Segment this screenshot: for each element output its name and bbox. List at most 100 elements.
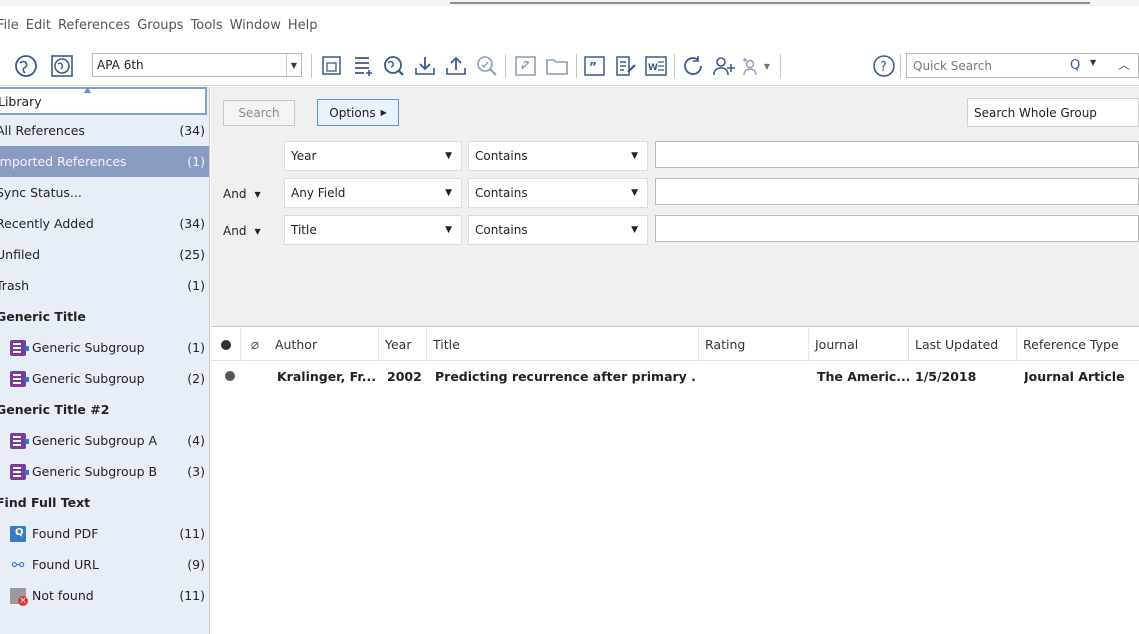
table-row[interactable]: Kralinger, Fr... 2002 Predicting recurre… (211, 362, 1139, 390)
toolbar-divider (576, 54, 577, 78)
chevron-down-icon: ▼ (286, 54, 301, 76)
find-full-text-heading[interactable]: Find Full Text (0, 487, 209, 518)
new-reference-icon[interactable] (351, 54, 375, 78)
sidebar-item-group[interactable]: Generic Subgroup A (4) (0, 425, 209, 456)
format-bibliography-icon[interactable] (614, 54, 638, 78)
export-icon[interactable] (444, 54, 468, 78)
cell-last-updated: 1/5/2018 (915, 368, 977, 384)
online-search-mode-icon[interactable] (14, 54, 38, 78)
chevron-down-icon[interactable]: ▼ (1090, 58, 1096, 67)
insert-citation-icon[interactable]: ” (583, 54, 607, 78)
sidebar-item-sync-status[interactable]: Sync Status... (0, 177, 209, 208)
sidebar-item-group[interactable]: Generic Subgroup (2) (0, 363, 209, 394)
quick-search-input[interactable]: Quick Search (906, 53, 1139, 78)
column-title[interactable]: Title (427, 328, 699, 361)
search-value-input[interactable] (655, 141, 1139, 168)
chevron-down-icon: ▼ (631, 151, 638, 161)
copy-to-library-icon[interactable] (320, 54, 344, 78)
link-icon: ⚯ (11, 555, 25, 574)
read-status-icon (220, 339, 231, 350)
menu-edit[interactable]: Edit (26, 18, 51, 33)
share-library-icon[interactable] (712, 54, 736, 78)
return-to-word-icon[interactable]: W (644, 54, 668, 78)
find-full-text-icon[interactable] (475, 54, 499, 78)
menu-help[interactable]: Help (288, 18, 318, 33)
item-count: (1) (187, 278, 205, 293)
sidebar-item-not-found[interactable]: Not found (11) (0, 580, 209, 611)
item-count: (4) (187, 433, 205, 448)
boolean-select[interactable]: And ▼ (223, 219, 281, 243)
sidebar-item-all-references[interactable]: All References (34) (0, 115, 209, 146)
boolean-select[interactable]: And ▼ (223, 182, 281, 206)
open-link-icon[interactable] (514, 54, 538, 78)
share-group-dropdown-icon[interactable]: ▼ (760, 54, 774, 78)
svg-text:”: ” (589, 60, 597, 74)
item-count: (25) (179, 247, 205, 262)
menu-tools[interactable]: Tools (191, 18, 223, 33)
group-set-heading[interactable]: Generic Title (0, 301, 209, 332)
operator-select[interactable]: Contains ▼ (468, 215, 648, 245)
search-value-input[interactable] (655, 215, 1139, 242)
group-icon (10, 432, 29, 449)
field-select[interactable]: Title ▼ (284, 215, 462, 245)
integrated-library-mode-icon[interactable] (50, 54, 74, 78)
sidebar-item-trash[interactable]: Trash (1) (0, 270, 209, 301)
sync-icon[interactable] (681, 54, 705, 78)
operator-select[interactable]: Contains ▼ (468, 141, 648, 171)
chevron-down-icon: ▼ (254, 189, 261, 199)
svg-text:W: W (648, 63, 658, 73)
menu-references[interactable]: References (58, 18, 130, 33)
paperclip-icon: ⌀ (250, 336, 260, 353)
cell-rating (707, 362, 807, 390)
options-button[interactable]: Options ▶ (317, 99, 399, 126)
operator-select[interactable]: Contains ▼ (468, 178, 648, 208)
output-style-select[interactable]: APA 6th ▼ (92, 53, 302, 77)
read-status-column[interactable] (211, 328, 241, 361)
search-value-input[interactable] (655, 178, 1139, 205)
toolbar-divider (505, 54, 506, 78)
open-file-icon[interactable] (545, 54, 569, 78)
cell-year: 2002 (387, 368, 422, 384)
help-icon[interactable]: ? (872, 54, 896, 78)
unread-dot (225, 362, 241, 390)
toolbar-divider (900, 54, 901, 78)
sidebar-item-found-pdf[interactable]: Found PDF (11) (0, 518, 209, 549)
toolbar: APA 6th ▼ ” W ▼ ? Quick Search Q ▼ ︿ (0, 44, 1139, 86)
field-select[interactable]: Any Field ▼ (284, 178, 462, 208)
import-icon[interactable] (413, 54, 437, 78)
sidebar-item-group[interactable]: Generic Subgroup B (3) (0, 456, 209, 487)
search-scope-select[interactable]: Search Whole Group (967, 98, 1139, 127)
item-count: (34) (179, 216, 205, 231)
column-rating[interactable]: Rating (699, 328, 809, 361)
not-found-icon (10, 587, 28, 606)
column-year[interactable]: Year (379, 328, 427, 361)
cell-journal: The Americ... (817, 368, 909, 384)
search-button[interactable]: Search (223, 100, 295, 126)
sidebar-item-group[interactable]: Generic Subgroup (1) (0, 332, 209, 363)
search-criteria-row: And ▼ Any Field ▼ Contains ▼ (211, 178, 1139, 208)
online-search-icon[interactable] (382, 54, 406, 78)
column-reference-type[interactable]: Reference Type (1017, 328, 1139, 361)
field-select[interactable]: Year ▼ (284, 141, 462, 171)
menu-window[interactable]: Window (230, 18, 281, 33)
menu-groups[interactable]: Groups (137, 18, 183, 33)
search-icon[interactable]: Q (1070, 58, 1080, 73)
library-header[interactable]: ▲ Library (0, 87, 207, 115)
column-journal[interactable]: Journal (809, 328, 909, 361)
group-icon (10, 339, 29, 356)
sidebar-item-found-url[interactable]: ⚯ Found URL (9) (0, 549, 209, 580)
output-style-value: APA 6th (97, 58, 144, 72)
sidebar-item-recently-added[interactable]: Recently Added (34) (0, 208, 209, 239)
column-author[interactable]: Author (269, 328, 379, 361)
collapse-up-icon[interactable]: ︿ (1118, 56, 1130, 73)
collapse-arrow-icon[interactable]: ▲ (84, 87, 91, 95)
window-top-edge (0, 0, 1139, 6)
group-set-heading[interactable]: Generic Title #2 (0, 394, 209, 425)
menu-bar: File Edit References Groups Tools Window… (0, 14, 1139, 36)
column-last-updated[interactable]: Last Updated (909, 328, 1017, 361)
sidebar-item-imported-references[interactable]: Imported References (1) (0, 146, 209, 177)
sidebar-item-unfiled[interactable]: Unfiled (25) (0, 239, 209, 270)
attachment-column[interactable]: ⌀ (241, 328, 269, 361)
chevron-down-icon: ▼ (254, 226, 261, 236)
menu-file[interactable]: File (0, 18, 19, 33)
